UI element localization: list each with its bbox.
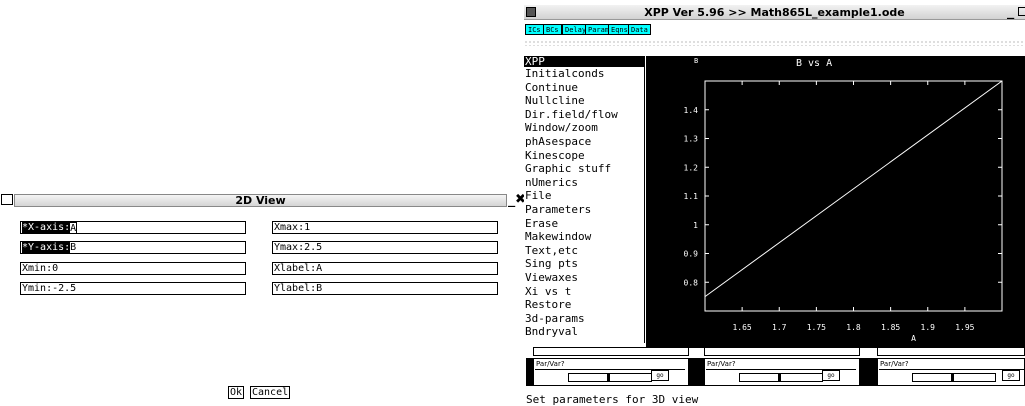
plot-frame xyxy=(704,80,1003,312)
y-tick-label: 1.2 xyxy=(684,163,699,172)
menu-item-text-etc[interactable]: Text,etc xyxy=(524,244,644,258)
xpp-title-bar[interactable]: XPP Ver 5.96 >> Math865L_example1.ode _ xyxy=(524,5,1025,20)
xpp-main-menu: XPP Initialconds Continue Nullcline Dir.… xyxy=(524,56,645,343)
ymax-field[interactable]: Ymax:2.5 xyxy=(272,241,498,254)
xlabel-field[interactable]: Xlabel:A xyxy=(272,262,498,275)
parvar-slider-1: Par/Var? go xyxy=(533,358,689,386)
menu-item-erase[interactable]: Erase xyxy=(524,217,644,231)
slider-knob[interactable] xyxy=(606,373,610,382)
menu-item-phasespace[interactable]: phAsespace xyxy=(524,135,644,149)
parvar-slider-track[interactable] xyxy=(912,373,996,382)
menu-item-xpp[interactable]: XPP xyxy=(524,56,644,67)
slider-knob[interactable] xyxy=(950,373,954,382)
menu-item-nullcline[interactable]: Nullcline xyxy=(524,94,644,108)
x-tick-label: 1.9 xyxy=(921,323,936,332)
parvar-slider-track[interactable] xyxy=(739,373,823,382)
parvar-slider-track[interactable] xyxy=(568,373,652,382)
y-tick-label: 1.4 xyxy=(684,106,699,115)
y-axis-value: B xyxy=(70,242,77,253)
menu-item-window-zoom[interactable]: Window/zoom xyxy=(524,121,644,135)
x-axis-field[interactable]: *X-axis:A xyxy=(20,221,246,234)
status-bar: Set parameters for 3D view xyxy=(526,393,699,406)
menu-item-kinescope[interactable]: Kinescope xyxy=(524,149,644,163)
separator xyxy=(526,358,533,386)
parvar-slider-2: Par/Var? go xyxy=(704,358,860,386)
y-axis-field[interactable]: *Y-axis:B xyxy=(20,241,246,254)
menu-item-3d-params[interactable]: 3d-params xyxy=(524,312,644,326)
ylabel-field[interactable]: Ylabel:B xyxy=(272,282,498,295)
graph-window[interactable]: B B vs A 1.65 1.7 1.75 1.8 1.85 1.9 1.95 0.8 0.9… xyxy=(646,56,1025,348)
text-cursor: A xyxy=(69,222,78,234)
y-tick-label: 0.9 xyxy=(684,250,699,259)
x-axis-label: A xyxy=(911,334,916,343)
minimize-icon[interactable]: _ xyxy=(1007,5,1014,19)
menu-item-file[interactable]: File xyxy=(524,189,644,203)
x-tick-label: 1.75 xyxy=(807,323,826,332)
x-tick-label: 1.8 xyxy=(846,323,861,332)
dialog-title: 2D View xyxy=(14,194,507,207)
xmax-field[interactable]: Xmax:1 xyxy=(272,221,498,234)
y-tick-label: 1.3 xyxy=(684,135,699,144)
x-tick-label: 1.85 xyxy=(881,323,900,332)
window-menu-icon[interactable] xyxy=(1,194,13,205)
x-tick-label: 1.7 xyxy=(772,323,787,332)
y-axis-label: *Y-axis: xyxy=(22,242,71,253)
dialog-title-bar[interactable]: 2D View _ ✖ xyxy=(0,192,526,208)
slider-strip-1 xyxy=(533,347,689,356)
parvar-label: Par/Var? xyxy=(707,360,736,368)
menu-item-parameters[interactable]: Parameters xyxy=(524,203,644,217)
xpp-window-title: XPP Ver 5.96 >> Math865L_example1.ode xyxy=(644,6,905,19)
menu-item-xi-vs-t[interactable]: Xi vs t xyxy=(524,285,644,299)
ics-button[interactable]: ICs xyxy=(525,24,544,35)
go-button[interactable]: go xyxy=(822,370,840,381)
ymin-field[interactable]: Ymin:-2.5 xyxy=(20,282,246,295)
y-tick-label: 1 xyxy=(693,221,698,230)
slider-strip-2 xyxy=(704,347,860,356)
menu-item-initialconds[interactable]: Initialconds xyxy=(524,67,644,81)
slider-strip-3 xyxy=(877,347,1025,356)
menu-item-numerics[interactable]: nUmerics xyxy=(524,176,644,190)
xpp-toolbar: ICs BCs Delay Param Eqns Data xyxy=(524,24,1025,36)
x-tick-label: 1.95 xyxy=(955,323,974,332)
separator xyxy=(860,358,877,386)
go-button[interactable]: go xyxy=(651,370,669,381)
parvar-label: Par/Var? xyxy=(536,360,565,368)
series-line xyxy=(704,80,1003,298)
parvar-label: Par/Var? xyxy=(880,360,909,368)
xmin-field[interactable]: Xmin:0 xyxy=(20,262,246,275)
slider-knob[interactable] xyxy=(777,373,781,382)
maximize-icon[interactable] xyxy=(1018,7,1025,16)
y-tick-label: 0.8 xyxy=(684,278,699,287)
cancel-button[interactable]: Cancel xyxy=(250,386,291,399)
x-tick-label: 1.65 xyxy=(732,323,751,332)
menu-item-continue[interactable]: Continue xyxy=(524,81,644,95)
go-button[interactable]: go xyxy=(1002,370,1020,381)
menu-item-graphic-stuff[interactable]: Graphic stuff xyxy=(524,162,644,176)
command-line-area[interactable] xyxy=(524,40,1025,46)
menu-item-bndryval[interactable]: Bndryval xyxy=(524,325,644,339)
ok-button[interactable]: Ok xyxy=(228,386,245,399)
x-axis-label: *X-axis: xyxy=(22,222,71,233)
plot-area[interactable]: 1.65 1.7 1.75 1.8 1.85 1.9 1.95 0.8 0.9 1 1.1 1.2 1.… xyxy=(646,56,1025,348)
menu-item-dirfield[interactable]: Dir.field/flow xyxy=(524,108,644,122)
parvar-slider-3: Par/Var? go xyxy=(877,358,1025,386)
menu-item-sing-pts[interactable]: Sing pts xyxy=(524,257,644,271)
y-tick-label: 1.1 xyxy=(684,192,699,201)
bcs-button[interactable]: BCs xyxy=(543,24,562,35)
menu-item-restore[interactable]: Restore xyxy=(524,298,644,312)
menu-item-viewaxes[interactable]: Viewaxes xyxy=(524,271,644,285)
data-button[interactable]: Data xyxy=(628,24,651,35)
separator xyxy=(689,358,704,386)
menu-item-makewindow[interactable]: Makewindow xyxy=(524,230,644,244)
